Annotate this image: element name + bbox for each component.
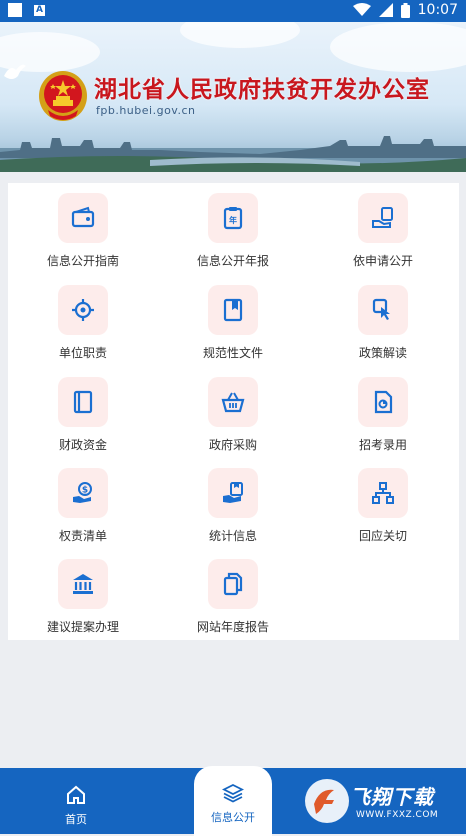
grid-item-annual-report[interactable]: 年 信息公开年报 [158,193,308,269]
basket-icon [221,392,245,413]
grid-item-policy-interpretation[interactable]: 政策解读 [308,285,458,361]
grid-item-info-guide[interactable]: 信息公开指南 [8,193,158,269]
header-banner: 湖北省人民政府扶贫开发办公室 fpb.hubei.gov.cn [0,22,466,172]
statistics-hand-icon [223,482,243,503]
info-grid-card: 信息公开指南 年 信息公开年报 依申请公开 单位职责 规范性文件 政策解读 财政… [8,183,459,640]
national-emblem-icon [39,71,87,121]
wallet-icon [71,206,95,228]
grid-item-respond-concerns[interactable]: 回应关切 [308,468,458,544]
institution-icon [73,574,93,594]
bookmark-book-icon [223,298,243,322]
nav-home[interactable]: 首页 [26,768,126,834]
application-hand-icon [372,207,393,228]
watermark-url: WWW.FXXZ.COM [356,810,439,820]
watermark-text: 飞翔下载 [350,785,434,809]
target-icon [72,299,94,321]
grid-item-website-report[interactable]: 网站年度报告 [158,559,308,635]
notification-a-icon: A [34,4,45,16]
notification-square-icon [8,3,22,17]
clock: 10:07 [417,2,458,18]
grid-item-statistics[interactable]: 统计信息 [158,468,308,544]
annual-report-icon: 年 [223,207,243,230]
money-hand-icon: $ [73,482,92,503]
status-bar: A 10:07 [0,0,466,22]
home-icon [67,785,85,804]
layers-icon [221,783,245,803]
city-skyline-image [0,136,466,172]
policy-click-icon [372,298,390,320]
grid-item-recruitment[interactable]: 招考录用 [308,377,458,453]
wifi-icon [352,3,371,16]
banner-url: fpb.hubei.gov.cn [96,104,196,117]
dove-icon [4,64,26,79]
exam-document-icon [374,390,393,414]
grid-item-fiscal-funds[interactable]: 财政资金 [8,377,158,453]
grid-item-proposal-handling[interactable]: 建议提案办理 [8,559,158,635]
banner-title: 湖北省人民政府扶贫开发办公室 [94,77,430,103]
ledger-icon [73,390,93,414]
grid-item-responsibility-list[interactable]: $ 权责清单 [8,468,158,544]
signal-icon [378,3,393,17]
svg-text:$: $ [82,486,88,496]
copy-documents-icon [223,572,243,596]
grid-item-procurement[interactable]: 政府采购 [158,377,308,453]
battery-icon [400,2,410,18]
grid-item-apply-disclosure[interactable]: 依申请公开 [308,193,458,269]
grid-item-normative-docs[interactable]: 规范性文件 [158,285,308,361]
hierarchy-icon [372,482,394,504]
svg-text:年: 年 [229,215,237,225]
nav-info-disclosure[interactable]: 信息公开 [194,766,272,836]
grid-item-unit-duties[interactable]: 单位职责 [8,285,158,361]
